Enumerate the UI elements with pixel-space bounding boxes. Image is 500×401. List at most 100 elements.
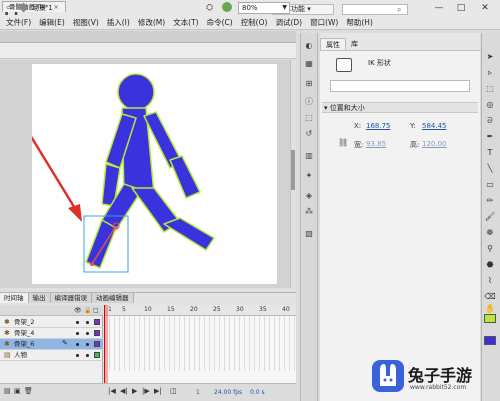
deco-tool-icon[interactable]: ❁ bbox=[483, 226, 497, 240]
height-value[interactable]: 120.00 bbox=[422, 140, 447, 148]
frame-rate[interactable]: 24.00 fps bbox=[214, 389, 242, 396]
eyedropper-tool-icon[interactable]: ⌇ bbox=[483, 274, 497, 288]
layer-row[interactable]: ✱ 骨架_2 bbox=[0, 317, 103, 328]
lock-icon[interactable]: 🔒 bbox=[84, 307, 91, 314]
motion-presets-icon[interactable]: ⁂ bbox=[303, 206, 315, 218]
lock-dot[interactable] bbox=[86, 332, 89, 335]
stroke-color-swatch[interactable] bbox=[484, 314, 496, 323]
edit-symbols-icon[interactable]: ⛭ bbox=[206, 3, 213, 13]
visibility-dot[interactable] bbox=[76, 332, 79, 335]
bone-tool-icon[interactable]: ⚲ bbox=[483, 242, 497, 256]
tab-library[interactable]: 库 bbox=[346, 38, 363, 50]
layer-name: 骨架_4 bbox=[14, 329, 35, 337]
swatches-panel-icon[interactable]: ▦ bbox=[303, 58, 315, 70]
visibility-dot[interactable] bbox=[76, 321, 79, 324]
close-tab-icon[interactable]: × bbox=[53, 3, 58, 11]
align-panel-icon[interactable]: ⊞ bbox=[303, 78, 315, 90]
outline-icon[interactable]: □ bbox=[93, 307, 99, 314]
prev-frame-icon[interactable]: ◀| bbox=[120, 387, 128, 395]
edit-scene-icon[interactable] bbox=[222, 2, 232, 12]
tab-timeline[interactable]: 时间轴 bbox=[0, 293, 29, 303]
armature-layer-icon: ✱ bbox=[4, 318, 10, 326]
last-frame-icon[interactable]: ▶| bbox=[154, 387, 162, 395]
menu-text[interactable]: 文本(T) bbox=[169, 16, 202, 29]
info-panel-icon[interactable]: ⓘ bbox=[303, 96, 315, 108]
layer-color-swatch[interactable] bbox=[94, 352, 100, 358]
visibility-dot[interactable] bbox=[76, 343, 79, 346]
maximize-button[interactable]: □ bbox=[452, 2, 470, 14]
menu-edit[interactable]: 编辑(E) bbox=[35, 16, 69, 29]
history-panel-icon[interactable]: ↺ bbox=[303, 128, 315, 140]
lasso-tool-icon[interactable]: ᘐ bbox=[483, 114, 497, 128]
menu-control[interactable]: 控制(O) bbox=[237, 16, 272, 29]
3d-rotation-tool-icon[interactable]: ◎ bbox=[483, 98, 497, 112]
code-snippets-icon[interactable]: ▥ bbox=[303, 150, 315, 162]
menu-file[interactable]: 文件(F) bbox=[2, 16, 35, 29]
layer-row-selected[interactable]: ✱ 骨架_6 ✎ bbox=[0, 339, 103, 350]
first-frame-icon[interactable]: |◀ bbox=[108, 387, 116, 395]
close-button[interactable]: ✕ bbox=[476, 2, 494, 14]
brush-tool-icon[interactable]: 🖌 bbox=[483, 210, 497, 224]
color-panel-icon[interactable]: ◐ bbox=[303, 40, 315, 52]
next-frame-icon[interactable]: |▶ bbox=[142, 387, 150, 395]
menu-window[interactable]: 窗口(W) bbox=[306, 16, 342, 29]
new-layer-icon[interactable]: ▤ bbox=[4, 387, 11, 395]
transform-panel-icon[interactable]: ⬚ bbox=[303, 112, 315, 124]
lock-dot[interactable] bbox=[86, 343, 89, 346]
frame-grid[interactable] bbox=[104, 316, 296, 371]
lock-dot[interactable] bbox=[86, 321, 89, 324]
search-icon[interactable]: ⌕ bbox=[397, 5, 401, 15]
pen-tool-icon[interactable]: ✒ bbox=[483, 130, 497, 144]
rectangle-tool-icon[interactable]: ▭ bbox=[483, 178, 497, 192]
layer-row[interactable]: ✱ 骨架_4 bbox=[0, 328, 103, 339]
menu-insert[interactable]: 插入(I) bbox=[103, 16, 134, 29]
layer-color-swatch[interactable] bbox=[94, 341, 100, 347]
menu-debug[interactable]: 调试(D) bbox=[271, 16, 306, 29]
play-icon[interactable]: ▶ bbox=[132, 387, 137, 395]
tab-motion-editor[interactable]: 动画编辑器 bbox=[92, 293, 134, 303]
x-value[interactable]: 168.75 bbox=[366, 122, 391, 130]
paint-bucket-tool-icon[interactable]: ⬣ bbox=[483, 258, 497, 272]
tab-output[interactable]: 输出 bbox=[28, 293, 51, 303]
free-transform-tool-icon[interactable]: ⬚ bbox=[483, 82, 497, 96]
components-panel-icon[interactable]: ◈ bbox=[303, 190, 315, 202]
position-size-section[interactable]: ▾ 位置和大小 bbox=[322, 102, 478, 113]
menu-help[interactable]: 帮助(H) bbox=[342, 16, 377, 29]
scene-label[interactable]: 场景 1 bbox=[32, 3, 53, 13]
pencil-tool-icon[interactable]: ✏ bbox=[483, 194, 497, 208]
frame-ruler[interactable] bbox=[104, 305, 296, 316]
actions-panel-icon[interactable]: ✦ bbox=[303, 170, 315, 182]
text-tool-icon[interactable]: T bbox=[483, 146, 497, 160]
playhead[interactable] bbox=[104, 305, 108, 383]
y-value[interactable]: 584.45 bbox=[422, 122, 447, 130]
stick-figure[interactable] bbox=[85, 73, 215, 269]
menu-commands[interactable]: 命令(C) bbox=[203, 16, 237, 29]
width-value[interactable]: 93.85 bbox=[366, 140, 386, 148]
selection-tool-icon[interactable]: ➤ bbox=[483, 50, 497, 64]
instance-name-field[interactable] bbox=[330, 80, 470, 92]
layer-color-swatch[interactable] bbox=[94, 330, 100, 336]
lock-dot[interactable] bbox=[86, 354, 89, 357]
visibility-dot[interactable] bbox=[76, 354, 79, 357]
tab-properties[interactable]: 属性 bbox=[320, 38, 346, 50]
scene-panel-icon[interactable]: ▧ bbox=[303, 228, 315, 240]
stage[interactable] bbox=[14, 64, 277, 284]
line-tool-icon[interactable]: ╲ bbox=[483, 162, 497, 176]
delete-layer-icon[interactable]: 🗑 bbox=[24, 387, 33, 395]
zoom-select[interactable]: 80% ▼ bbox=[238, 2, 290, 14]
onion-skin-icon[interactable]: ◫ bbox=[170, 387, 177, 395]
layer-color-swatch[interactable] bbox=[94, 319, 100, 325]
fill-color-swatch[interactable] bbox=[484, 336, 496, 345]
link-icon[interactable]: ⛓ bbox=[338, 138, 348, 147]
new-folder-icon[interactable]: ▣ bbox=[14, 387, 21, 395]
eye-icon[interactable]: 👁 bbox=[74, 307, 82, 314]
minimize-button[interactable]: — bbox=[430, 2, 448, 14]
back-arrow-icon[interactable]: ⇦ bbox=[6, 3, 13, 12]
menu-view[interactable]: 视图(V) bbox=[69, 16, 103, 29]
vertical-scroll-thumb[interactable] bbox=[291, 150, 295, 190]
watermark-brand: 兔子手游 bbox=[408, 366, 473, 385]
layer-row[interactable]: ▤ 人物 bbox=[0, 350, 103, 361]
tab-compiler-errors[interactable]: 编译器错误 bbox=[50, 293, 92, 303]
subselection-tool-icon[interactable]: ▹ bbox=[483, 66, 497, 80]
menu-modify[interactable]: 修改(M) bbox=[134, 16, 169, 29]
